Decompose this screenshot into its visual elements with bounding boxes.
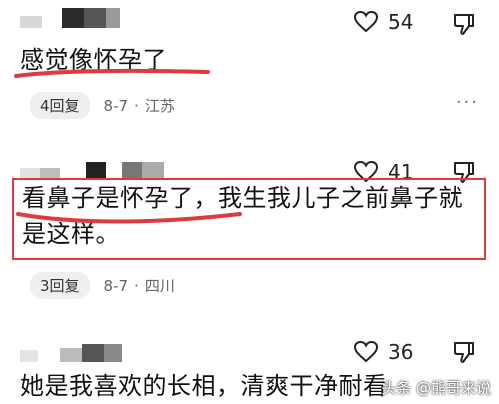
comment-location: 四川 [144, 277, 175, 295]
blurred-username [20, 162, 164, 178]
meta-separator: · [134, 96, 139, 115]
comment-2: 41 看鼻子是怀孕了，我生我儿子之前鼻子就是这样。 3回复 8-7 · 四川 [0, 150, 499, 310]
reply-count-button[interactable]: 3回复 [30, 272, 90, 299]
more-dots-icon[interactable]: ··· [456, 92, 479, 113]
like-button[interactable]: 54 [354, 10, 413, 34]
red-underline [16, 212, 242, 224]
thumbs-down-icon [454, 342, 474, 363]
blurred-username [20, 344, 122, 362]
comment-date: 8-7 [103, 276, 129, 295]
reply-count-button[interactable]: 4回复 [30, 92, 90, 119]
meta-separator: · [134, 276, 139, 295]
heart-outline-icon [354, 341, 378, 363]
blurred-username [20, 8, 120, 28]
comment-location: 江苏 [144, 97, 175, 115]
comment-1: 54 感觉像怀孕了 4回复 8-7 · 江苏 ··· [0, 0, 499, 130]
comment-meta: 3回复 8-7 · 四川 [30, 272, 175, 299]
heart-outline-icon [354, 11, 378, 33]
comment-text: 她是我喜欢的长相，清爽干净耐看 [20, 372, 388, 400]
watermark: 头条 @熊哥来说 [381, 379, 491, 397]
like-count: 54 [388, 10, 414, 34]
like-count: 36 [388, 340, 414, 364]
dislike-button[interactable] [452, 12, 476, 40]
thumbs-down-icon [454, 14, 474, 35]
red-underline [14, 68, 210, 78]
dislike-button[interactable] [452, 340, 476, 368]
like-button[interactable]: 36 [354, 340, 413, 364]
comment-meta: 4回复 8-7 · 江苏 [30, 92, 175, 119]
comment-date: 8-7 [103, 96, 129, 115]
